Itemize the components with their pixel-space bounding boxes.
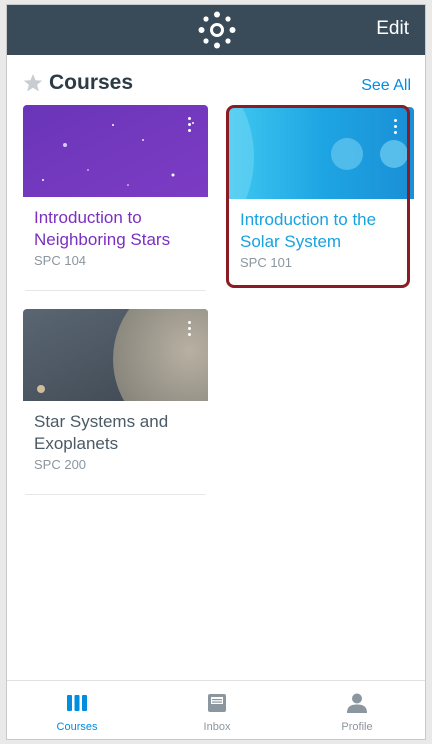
tab-courses[interactable]: Courses [7, 681, 147, 739]
bottom-tabbar: Courses Inbox Profile [7, 680, 425, 739]
tab-inbox[interactable]: Inbox [147, 681, 287, 739]
tab-label: Courses [56, 721, 98, 733]
course-thumbnail [23, 309, 208, 401]
course-card[interactable]: Introduction to Neighboring Stars SPC 10… [23, 105, 208, 291]
courses-section-header: Courses See All [23, 71, 411, 101]
courses-icon [67, 695, 87, 711]
inbox-icon [208, 694, 226, 712]
more-options-icon[interactable] [188, 117, 192, 133]
course-card[interactable]: Introduction to the Solar System SPC 101 [229, 107, 414, 285]
canvas-logo-icon [198, 11, 236, 49]
star-icon[interactable] [23, 73, 43, 93]
app-window: Edit Courses See All Introduction to Nei… [6, 4, 426, 740]
more-options-icon[interactable] [188, 321, 192, 337]
profile-icon [347, 693, 367, 713]
card-divider [23, 494, 208, 495]
course-card[interactable]: Star Systems and Exoplanets SPC 200 [23, 309, 208, 495]
section-title: Courses [49, 71, 134, 94]
see-all-link[interactable]: See All [361, 77, 411, 95]
course-title: Introduction to the Solar System [240, 210, 377, 251]
course-title: Star Systems and Exoplanets [34, 412, 169, 453]
edit-button[interactable]: Edit [376, 18, 409, 40]
tab-label: Inbox [203, 721, 231, 733]
card-divider [23, 290, 208, 291]
tab-profile[interactable]: Profile [287, 681, 425, 739]
more-options-icon[interactable] [394, 119, 398, 135]
course-thumbnail [23, 105, 208, 197]
course-code: SPC 101 [240, 255, 293, 270]
course-code: SPC 104 [34, 253, 87, 268]
tab-label: Profile [341, 721, 373, 733]
course-code: SPC 200 [34, 457, 87, 472]
top-navbar: Edit [7, 5, 425, 55]
course-title: Introduction to Neighboring Stars [34, 208, 171, 249]
course-thumbnail [229, 107, 414, 199]
